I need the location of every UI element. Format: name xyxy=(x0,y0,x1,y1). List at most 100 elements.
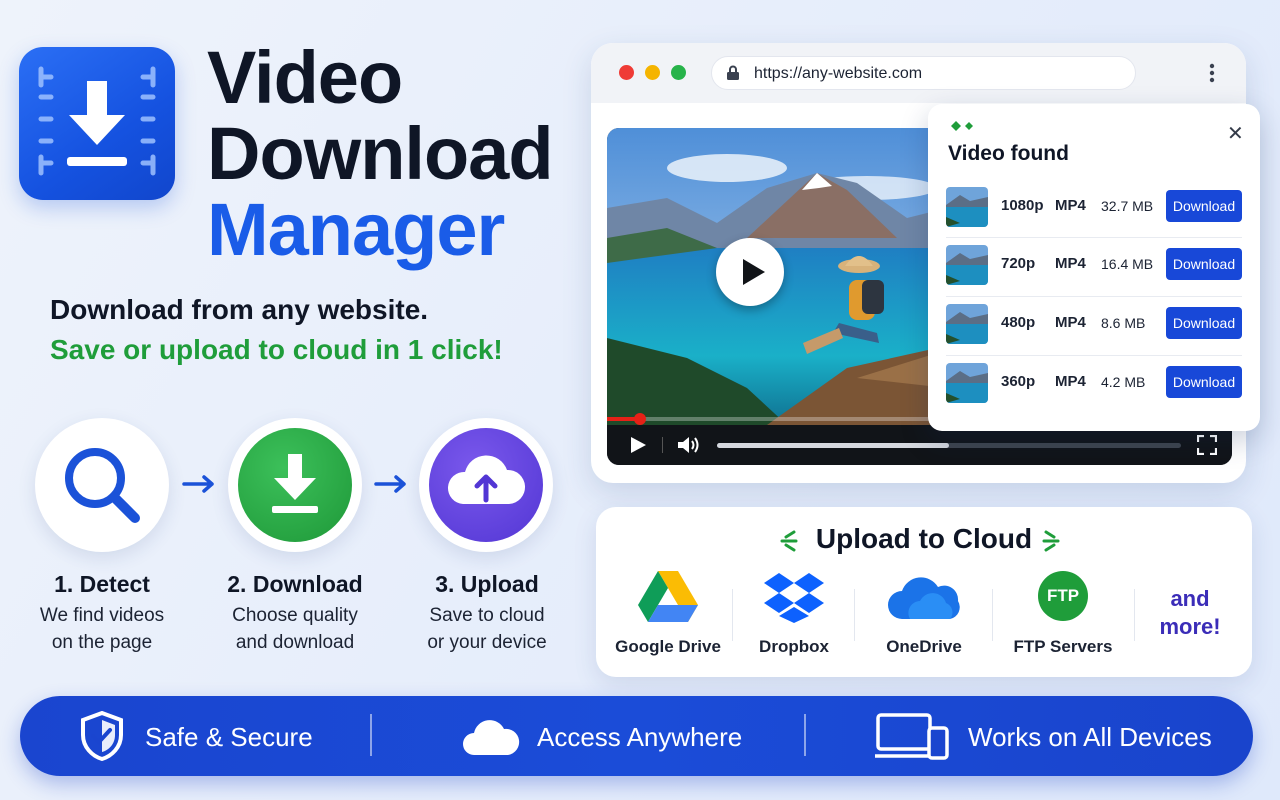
file-size-label: 4.2 MB xyxy=(1101,374,1146,390)
arrow-right-icon xyxy=(182,475,214,493)
close-window-dot[interactable] xyxy=(619,65,634,80)
resolution-label: 1080p xyxy=(1001,197,1044,214)
download-button-360p[interactable]: Download xyxy=(1166,366,1242,398)
sparkle-right-icon xyxy=(1042,530,1060,552)
volume-level xyxy=(717,443,949,448)
format-label: MP4 xyxy=(1055,255,1086,272)
search-icon xyxy=(65,448,140,523)
service-label: FTP Servers xyxy=(1013,637,1113,656)
features-banner: Safe & Secure Access Anywhere Works on A… xyxy=(20,696,1253,776)
cloud-upload-icon xyxy=(447,455,526,504)
quality-row: 720p MP4 16.4 MB Download xyxy=(946,241,1244,289)
resolution-label: 720p xyxy=(1001,255,1036,272)
more-line: more! xyxy=(1159,614,1221,639)
row-divider xyxy=(946,296,1242,297)
service-divider xyxy=(732,589,733,641)
more-services-link[interactable]: and more! xyxy=(1142,585,1238,641)
download-button-720p[interactable]: Download xyxy=(1166,248,1242,280)
upload-to-cloud-card: Upload to Cloud Google Drive Dropbox One… xyxy=(596,507,1252,677)
step-download-circle xyxy=(228,418,362,552)
step-title: 1. Detect xyxy=(54,571,150,597)
play-icon xyxy=(743,259,765,285)
video-thumbnail-small xyxy=(946,304,988,344)
service-label: Google Drive xyxy=(615,637,721,656)
title-line-1: Video xyxy=(207,36,403,119)
download-button-480p[interactable]: Download xyxy=(1166,307,1242,339)
app-logo xyxy=(19,47,175,200)
row-divider xyxy=(946,237,1242,238)
sparkle-icon xyxy=(951,121,973,131)
google-drive-icon xyxy=(638,571,698,622)
arrow-right-icon xyxy=(374,475,406,493)
cloud-icon xyxy=(463,720,520,755)
onedrive-icon xyxy=(888,577,960,619)
more-options-icon[interactable] xyxy=(1205,63,1219,83)
file-size-label: 8.6 MB xyxy=(1101,315,1146,331)
address-bar[interactable]: https://any-website.com xyxy=(711,56,1136,90)
format-label: MP4 xyxy=(1055,197,1086,214)
service-label: Dropbox xyxy=(759,637,829,656)
feature-divider xyxy=(804,714,806,756)
feature-label: Access Anywhere xyxy=(537,722,743,752)
volume-icon[interactable] xyxy=(677,435,699,455)
resolution-label: 480p xyxy=(1001,314,1036,331)
service-divider xyxy=(1134,589,1135,641)
service-divider xyxy=(992,589,993,641)
feature-label: Works on All Devices xyxy=(968,722,1212,752)
step-desc-line: Choose quality xyxy=(232,605,358,626)
more-line: and xyxy=(1170,586,1210,611)
service-divider xyxy=(854,589,855,641)
step-desc-line: Save to cloud xyxy=(429,605,545,626)
close-icon[interactable]: ✕ xyxy=(1227,121,1244,146)
tagline-primary: Download from any website. xyxy=(50,294,429,325)
quality-row: 360p MP4 4.2 MB Download xyxy=(946,359,1244,407)
video-thumbnail-small xyxy=(946,363,988,403)
seek-handle[interactable] xyxy=(634,413,646,425)
lock-icon xyxy=(727,65,739,80)
step-desc-line: or your device xyxy=(427,632,547,653)
file-size-label: 16.4 MB xyxy=(1101,256,1154,272)
play-icon[interactable] xyxy=(629,436,647,454)
minimize-window-dot[interactable] xyxy=(645,65,660,80)
row-divider xyxy=(946,355,1242,356)
step-title: 3. Upload xyxy=(435,571,539,597)
player-controls xyxy=(607,413,1232,465)
shield-icon xyxy=(81,711,123,761)
step-detect-circle xyxy=(35,418,169,552)
step-desc-line: and download xyxy=(235,632,355,653)
file-size-label: 32.7 MB xyxy=(1101,198,1154,214)
devices-icon xyxy=(875,713,949,760)
step-title: 2. Download xyxy=(227,571,363,597)
service-onedrive[interactable]: OneDrive xyxy=(868,567,980,667)
browser-toolbar: https://any-website.com xyxy=(591,43,1246,103)
video-thumbnail-small xyxy=(946,245,988,285)
feature-divider xyxy=(370,714,372,756)
ftp-icon: FTP xyxy=(1038,571,1088,621)
control-divider xyxy=(662,437,663,453)
dropbox-icon xyxy=(764,573,824,623)
title-line-3: Manager xyxy=(207,188,505,271)
feature-label: Safe & Secure xyxy=(145,722,313,752)
step-upload-circle xyxy=(419,418,553,552)
download-button-1080p[interactable]: Download xyxy=(1166,190,1242,222)
quality-row: 1080p MP4 32.7 MB Download xyxy=(946,183,1244,231)
service-dropbox[interactable]: Dropbox xyxy=(742,567,846,667)
play-overlay-button[interactable] xyxy=(716,238,784,306)
quality-row: 480p MP4 8.6 MB Download xyxy=(946,300,1244,348)
popup-title: Video found xyxy=(948,142,1069,165)
step-desc-line: on the page xyxy=(51,632,153,653)
format-label: MP4 xyxy=(1055,373,1086,390)
url-text: https://any-website.com xyxy=(754,65,923,82)
cloud-section-title: Upload to Cloud xyxy=(815,523,1033,554)
tagline-secondary: Save or upload to cloud in 1 click! xyxy=(50,334,503,365)
fullscreen-icon[interactable] xyxy=(1197,435,1217,455)
step-desc-line: We find videos xyxy=(39,605,165,626)
service-google-drive[interactable]: Google Drive xyxy=(612,567,724,667)
maximize-window-dot[interactable] xyxy=(671,65,686,80)
title-line-2: Download xyxy=(207,112,554,195)
video-thumbnail-small xyxy=(946,187,988,227)
download-icon xyxy=(272,454,318,513)
video-found-popup: Video found ✕ 1080p MP4 32.7 MB Download… xyxy=(928,104,1260,431)
page-title: Video Download Manager xyxy=(207,36,554,271)
service-ftp[interactable]: FTP FTP Servers xyxy=(1008,567,1118,667)
